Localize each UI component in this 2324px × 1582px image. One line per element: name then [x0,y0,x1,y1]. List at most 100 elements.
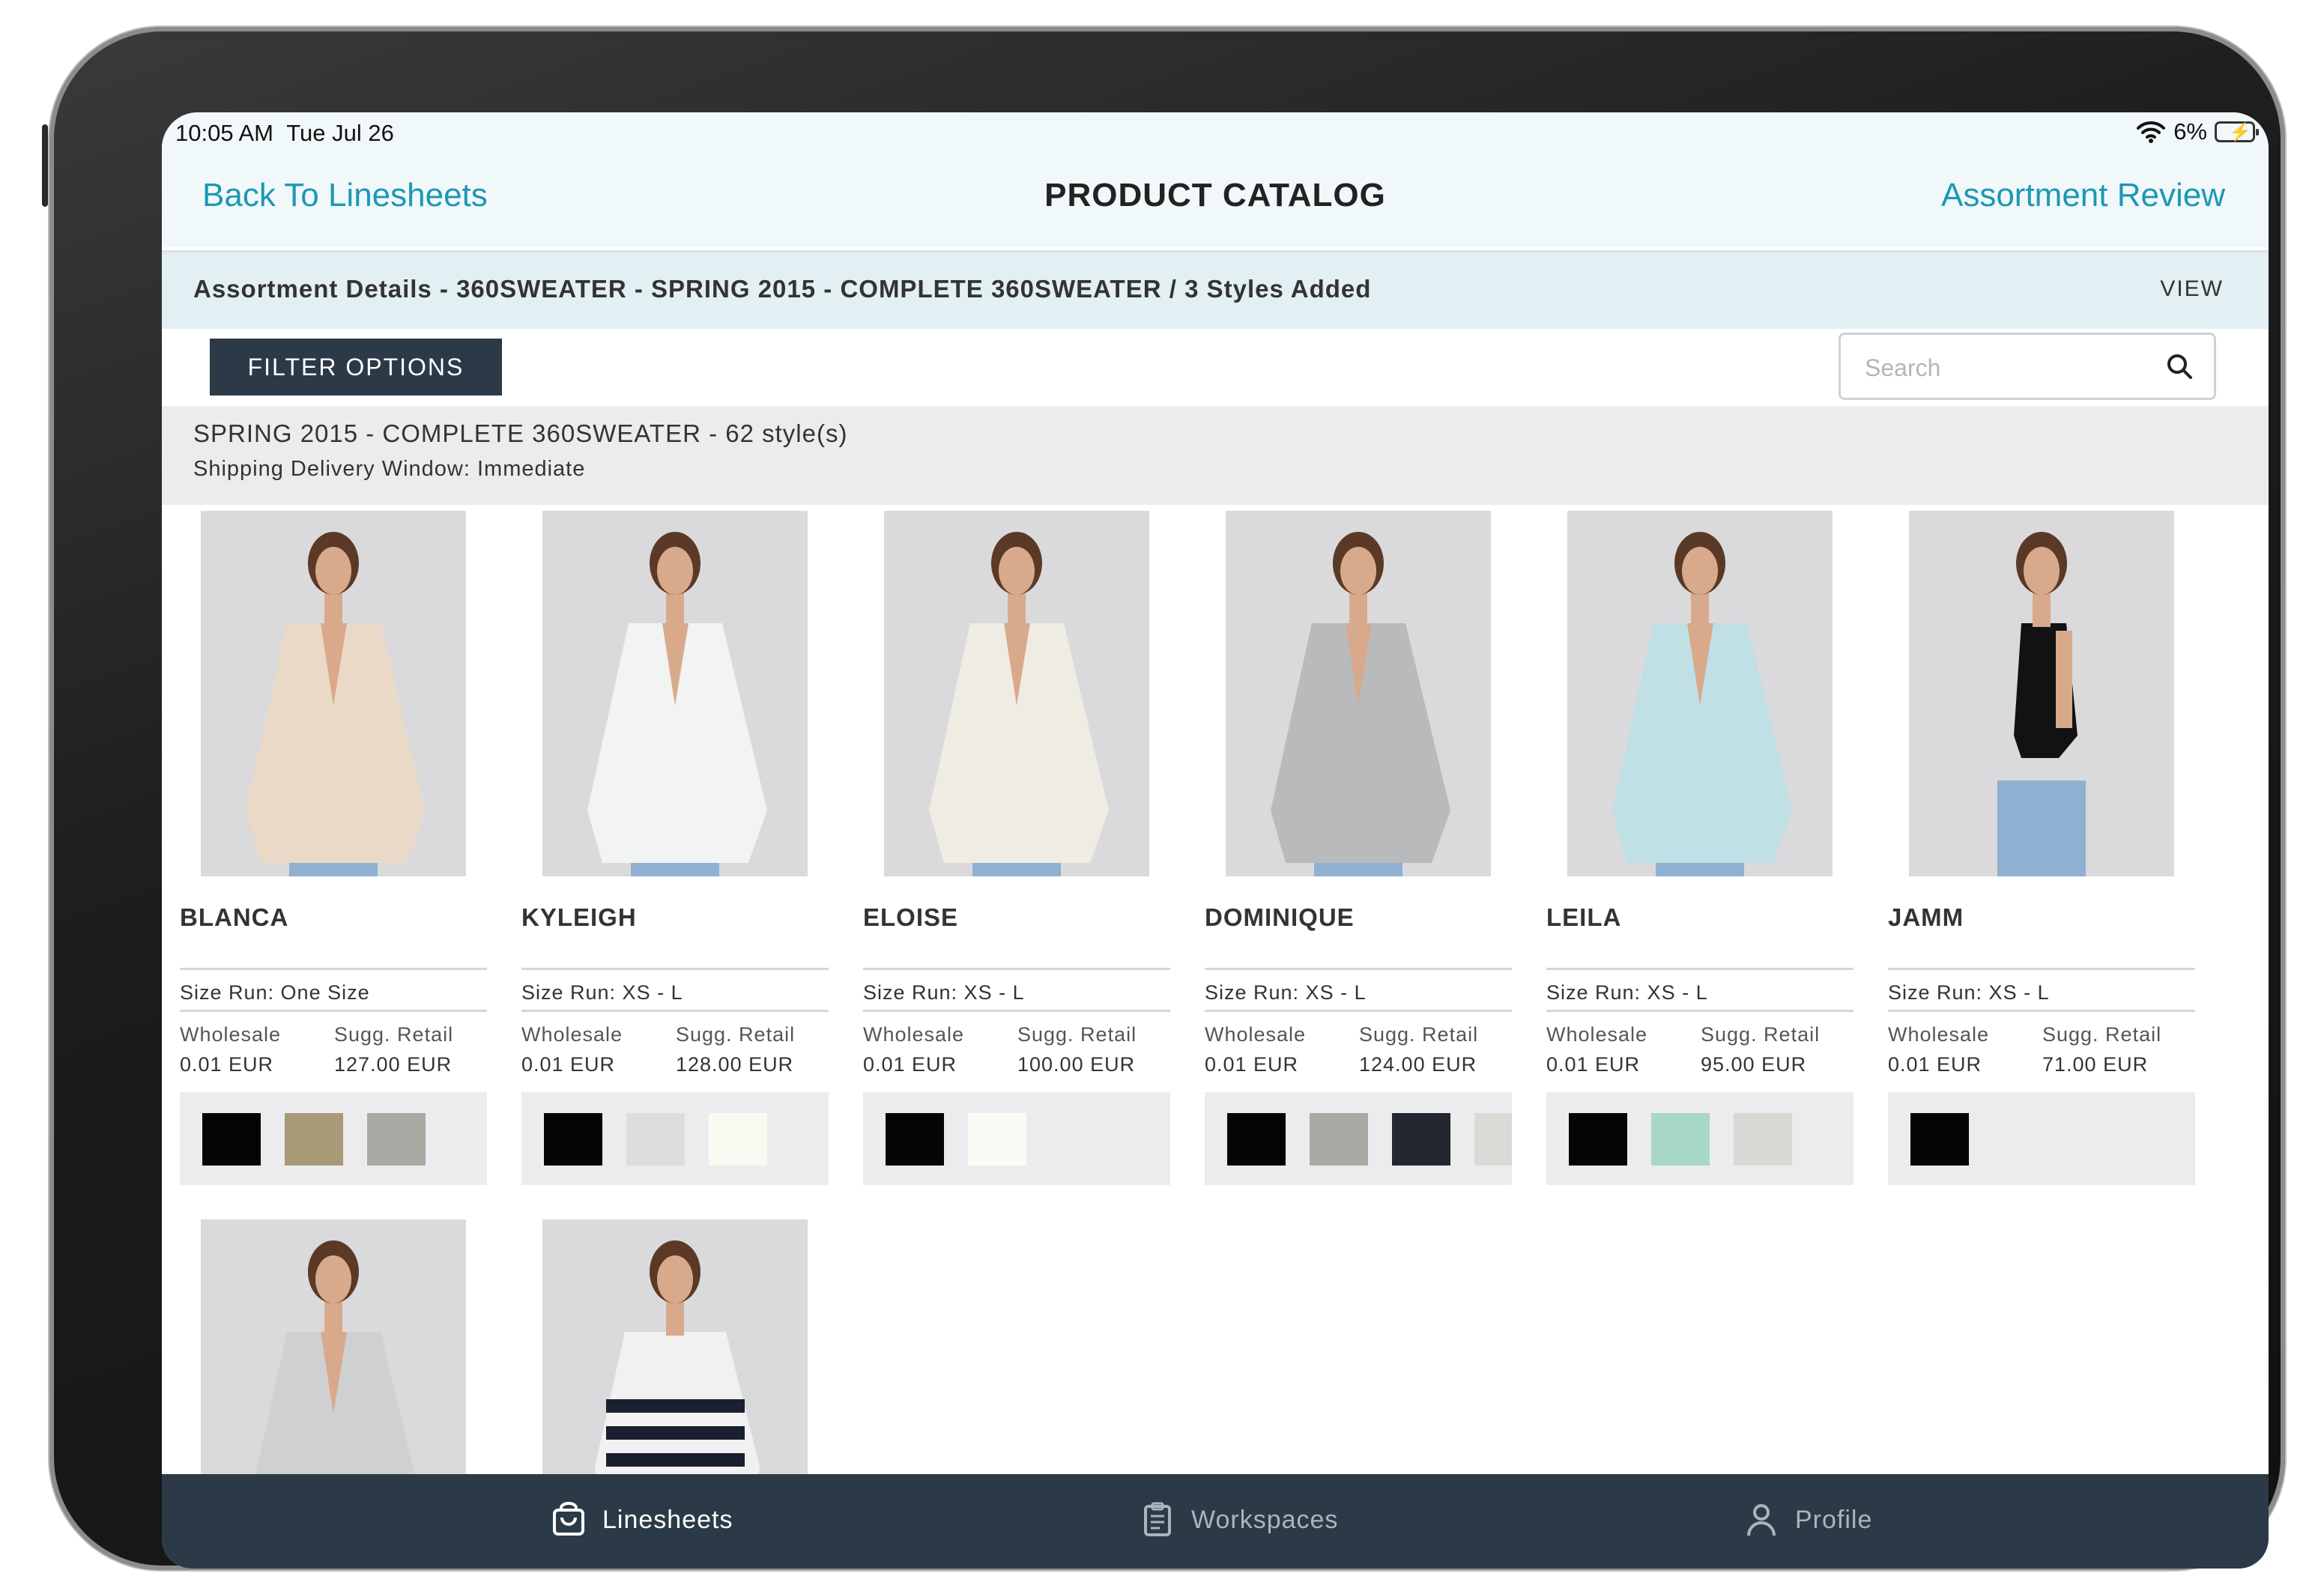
search-box [1839,333,2216,400]
product-name: KYLEIGH [521,903,637,931]
divider [521,968,829,970]
wholesale-label: Wholesale [863,1023,965,1046]
divider [863,1010,1170,1012]
product-image[interactable] [542,511,808,876]
divider [1205,968,1512,970]
wholesale-price: 0.01 EUR [1546,1053,1641,1076]
status-time: 10:05 AM [175,120,273,146]
wholesale-price: 0.01 EUR [521,1053,616,1076]
color-swatch[interactable] [886,1113,944,1166]
status-date: Tue Jul 26 [286,120,394,146]
retail-price: 95.00 EUR [1701,1053,1807,1076]
wholesale-label: Wholesale [1205,1023,1307,1046]
size-run: Size Run: One Size [180,981,370,1004]
product-image[interactable] [201,511,466,876]
divider [1546,1010,1854,1012]
linesheet-group-header: SPRING 2015 - COMPLETE 360SWEATER - 62 s… [162,406,2269,505]
color-swatch[interactable] [202,1113,261,1166]
wholesale-price: 0.01 EUR [1888,1053,1982,1076]
clipboard-icon [1144,1502,1171,1536]
wholesale-label: Wholesale [180,1023,282,1046]
screen: 10:05 AM Tue Jul 26 6% ⚡ Back To Lineshe… [162,112,2269,1569]
size-run: Size Run: XS - L [1205,981,1367,1004]
volume-button [42,124,48,207]
color-swatch[interactable] [367,1113,426,1166]
color-swatch[interactable] [1569,1113,1627,1166]
bag-icon [553,1502,584,1536]
color-swatches [180,1092,487,1185]
color-swatch[interactable] [709,1113,767,1166]
person-icon [1747,1504,1776,1536]
wholesale-label: Wholesale [1546,1023,1648,1046]
retail-label: Sugg. Retail [2042,1023,2162,1046]
color-swatch[interactable] [285,1113,343,1166]
divider [863,968,1170,970]
wifi-icon [2137,121,2166,143]
tab-label: Linesheets [602,1505,733,1534]
assortment-review-link[interactable]: Assortment Review [1941,177,2225,214]
color-swatch[interactable] [968,1113,1026,1166]
color-swatch[interactable] [1734,1113,1792,1166]
divider [1546,968,1854,970]
color-swatch[interactable] [1474,1113,1512,1166]
battery-icon: ⚡ [2215,121,2259,142]
retail-label: Sugg. Retail [1701,1023,1821,1046]
divider [180,1010,487,1012]
color-swatch[interactable] [544,1113,602,1166]
size-run: Size Run: XS - L [863,981,1025,1004]
search-input[interactable] [1863,350,2151,386]
view-button[interactable]: VIEW [2160,276,2224,302]
tab-profile[interactable]: Profile [1743,1501,1872,1539]
retail-price: 100.00 EUR [1017,1053,1136,1076]
color-swatch[interactable] [1392,1113,1450,1166]
wholesale-label: Wholesale [521,1023,623,1046]
ipad-frame: 10:05 AM Tue Jul 26 6% ⚡ Back To Lineshe… [42,27,2285,1570]
divider [521,1010,829,1012]
retail-label: Sugg. Retail [1017,1023,1137,1046]
color-swatch[interactable] [1910,1113,1969,1166]
wholesale-label: Wholesale [1888,1023,1990,1046]
product-name: LEILA [1546,903,1622,931]
product-name: BLANCA [180,903,289,931]
wholesale-price: 0.01 EUR [1205,1053,1299,1076]
divider [1888,1010,2195,1012]
tab-linesheets[interactable]: Linesheets [550,1501,733,1539]
product-image[interactable] [1909,511,2174,876]
wholesale-price: 0.01 EUR [180,1053,274,1076]
color-swatches [1205,1092,1512,1185]
tab-label: Profile [1795,1505,1873,1534]
divider [180,968,487,970]
color-swatches [1888,1092,2195,1185]
color-swatch[interactable] [1227,1113,1286,1166]
divider [1205,1010,1512,1012]
filter-options-button[interactable]: FILTER OPTIONS [210,339,502,396]
tab-workspaces[interactable]: Workspaces [1139,1501,1338,1539]
product-name: DOMINIQUE [1205,903,1355,931]
color-swatch[interactable] [1310,1113,1368,1166]
retail-price: 124.00 EUR [1359,1053,1477,1076]
assortment-details-text: Assortment Details - 360SWEATER - SPRING… [193,275,1372,303]
retail-price: 71.00 EUR [2042,1053,2149,1076]
assortment-details-bar: Assortment Details - 360SWEATER - SPRING… [162,250,2269,329]
product-image[interactable] [1567,511,1833,876]
color-swatch[interactable] [626,1113,685,1166]
product-name: JAMM [1888,903,1964,931]
battery-percent: 6% [2173,118,2207,145]
status-time-date: 10:05 AM Tue Jul 26 [175,120,394,147]
product-image[interactable] [884,511,1149,876]
retail-label: Sugg. Retail [334,1023,454,1046]
navigation-header: 10:05 AM Tue Jul 26 6% ⚡ Back To Lineshe… [162,112,2269,247]
product-image[interactable] [1226,511,1491,876]
search-icon[interactable] [2164,351,2194,381]
status-right: 6% ⚡ [2136,118,2259,145]
divider [1888,968,2195,970]
tab-label: Workspaces [1191,1505,1339,1534]
status-bar: 10:05 AM Tue Jul 26 6% ⚡ [162,112,2269,154]
color-swatch[interactable] [1651,1113,1710,1166]
size-run: Size Run: XS - L [1888,981,2050,1004]
tab-bar: Linesheets Workspaces Profile [162,1474,2269,1569]
retail-label: Sugg. Retail [676,1023,796,1046]
delivery-window: Shipping Delivery Window: Immediate [193,457,586,481]
size-run: Size Run: XS - L [521,981,683,1004]
group-title: SPRING 2015 - COMPLETE 360SWEATER - 62 s… [193,419,848,447]
